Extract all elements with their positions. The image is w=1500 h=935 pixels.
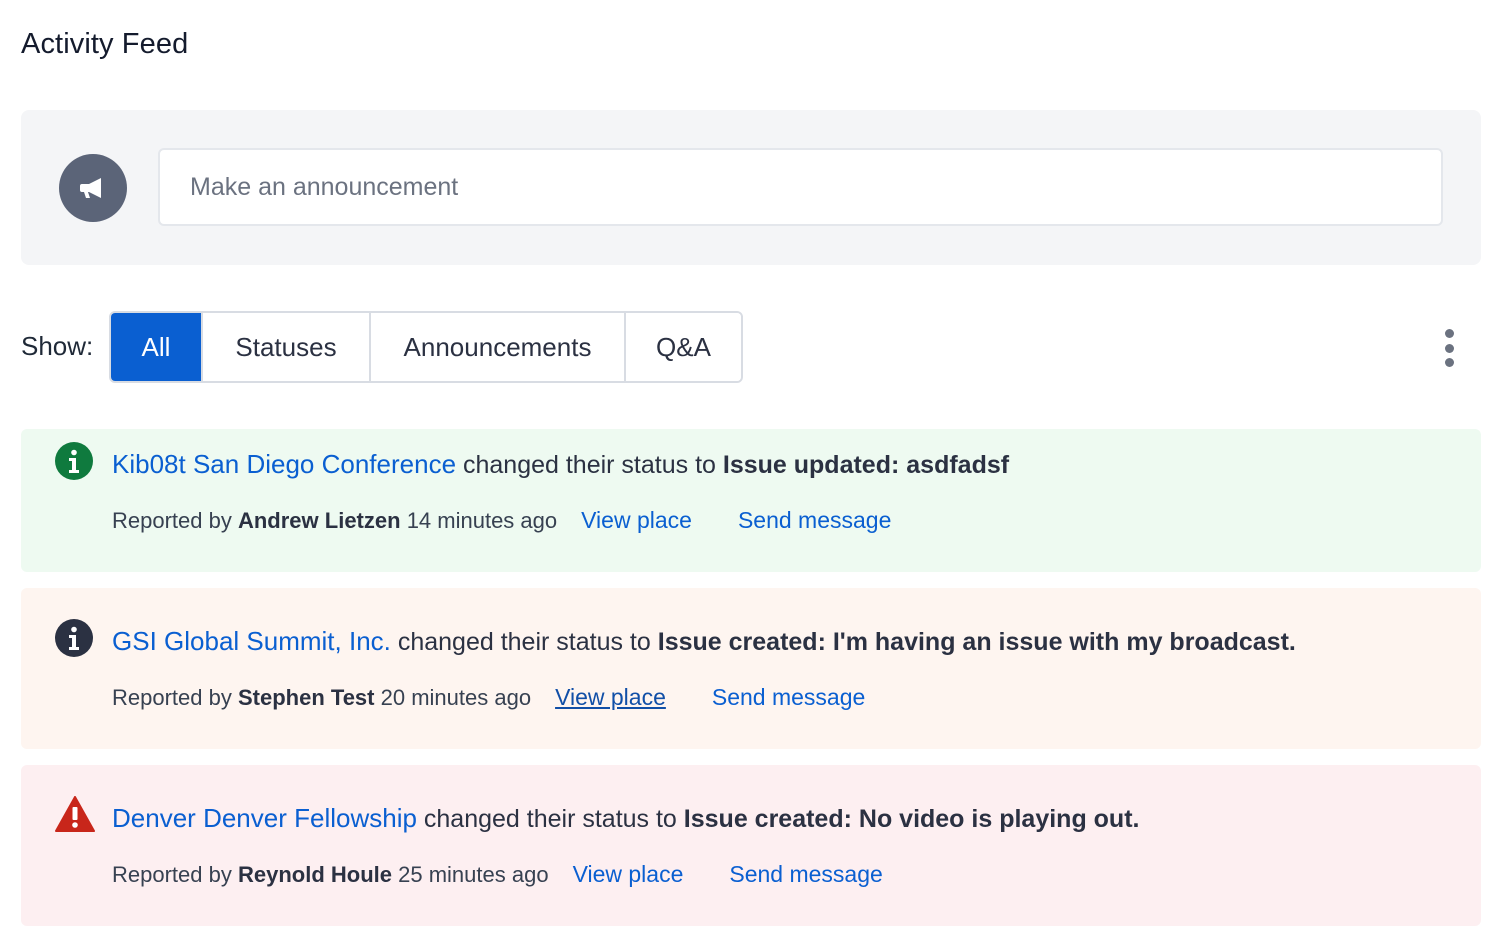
feed-item: Denver Denver Fellowship changed their s… <box>21 765 1481 926</box>
reporter-name: Andrew Lietzen <box>237 508 401 533</box>
view-place-link[interactable]: View place <box>581 507 692 534</box>
filter-label: Show: <box>21 331 94 361</box>
megaphone-icon <box>59 154 127 222</box>
filter-qa-button[interactable]: Q&A <box>626 313 741 381</box>
status-verb: changed their status to <box>462 451 716 479</box>
feed-item-meta: Reported by Reynold Houle 25 minutes ago… <box>112 861 883 888</box>
info-circle-icon <box>55 442 93 480</box>
filter-all-button[interactable]: All <box>111 313 203 381</box>
feed-item-meta: Reported by Stephen Test 20 minutes ago … <box>112 684 865 711</box>
filter-bar: Show: All Statuses Announcements Q&A <box>21 311 1481 383</box>
feed-item: GSI Global Summit, Inc. changed their st… <box>21 588 1481 749</box>
status-detail: asdfadsf <box>906 451 1010 479</box>
status-detail: I'm having an issue with my broadcast. <box>832 628 1296 656</box>
feed-item-meta: Reported by Andrew Lietzen 14 minutes ag… <box>112 507 891 534</box>
send-message-link[interactable]: Send message <box>738 507 891 534</box>
reporter-name: Reynold Houle <box>237 862 392 887</box>
filter-statuses-button[interactable]: Statuses <box>203 313 371 381</box>
reporter-name: Stephen Test <box>237 685 375 710</box>
vertical-dots-icon[interactable] <box>1437 329 1461 367</box>
reported-by-label: Reported by <box>112 862 232 887</box>
place-link[interactable]: Kib08t San Diego Conference <box>112 449 456 479</box>
place-link[interactable]: Denver Denver Fellowship <box>112 803 417 833</box>
view-place-link[interactable]: View place <box>573 861 684 888</box>
feed-item-headline: Denver Denver Fellowship changed their s… <box>112 803 1139 834</box>
status-label: Issue created: <box>683 805 852 833</box>
reported-by-label: Reported by <box>112 508 232 533</box>
filter-tabs: All Statuses Announcements Q&A <box>109 311 743 383</box>
feed-item: Kib08t San Diego Conference changed thei… <box>21 429 1481 572</box>
feed-item-headline: Kib08t San Diego Conference changed thei… <box>112 449 1009 480</box>
info-circle-icon <box>55 619 93 657</box>
status-detail: No video is playing out. <box>858 805 1140 833</box>
send-message-link[interactable]: Send message <box>729 861 882 888</box>
timestamp: 25 minutes ago <box>398 862 549 887</box>
status-verb: changed their status to <box>397 628 651 656</box>
reported-by-label: Reported by <box>112 685 232 710</box>
announcement-composer <box>21 110 1481 265</box>
send-message-link[interactable]: Send message <box>712 684 865 711</box>
status-label: Issue updated: <box>722 451 900 479</box>
status-label: Issue created: <box>657 628 826 656</box>
feed-item-headline: GSI Global Summit, Inc. changed their st… <box>112 626 1296 657</box>
warning-triangle-icon <box>55 796 95 832</box>
place-link[interactable]: GSI Global Summit, Inc. <box>112 626 391 656</box>
filter-announcements-button[interactable]: Announcements <box>371 313 626 381</box>
status-verb: changed their status to <box>423 805 677 833</box>
view-place-link[interactable]: View place <box>555 684 666 711</box>
timestamp: 14 minutes ago <box>406 508 558 533</box>
timestamp: 20 minutes ago <box>380 685 532 710</box>
announcement-input[interactable] <box>158 148 1443 226</box>
page-title: Activity Feed <box>21 28 189 60</box>
